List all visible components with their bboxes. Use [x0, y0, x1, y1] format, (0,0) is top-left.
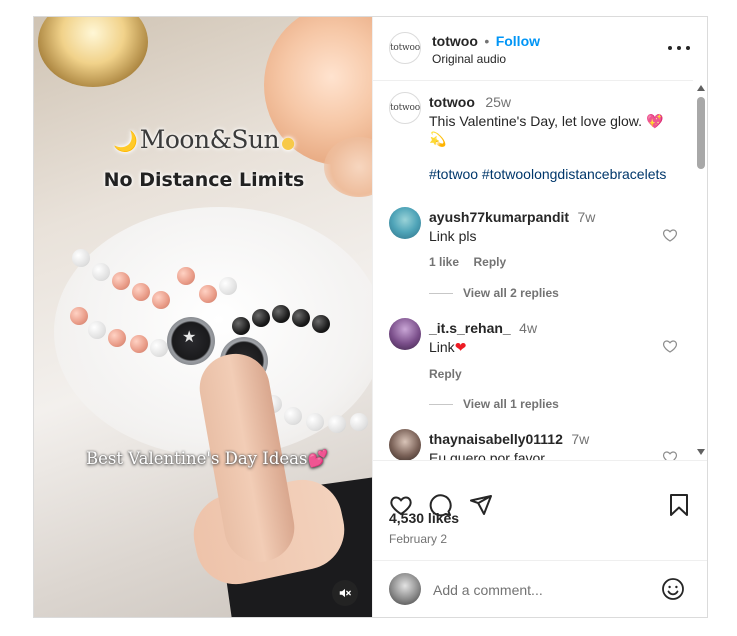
caption-username[interactable]: totwoo [429, 94, 475, 110]
comment-time[interactable]: 7w [571, 431, 589, 447]
more-dot-icon [677, 46, 681, 50]
bracelet-bead [72, 249, 90, 267]
caption-avatar[interactable]: totwoo [389, 92, 421, 124]
comment-like-heart-icon[interactable] [662, 338, 678, 354]
bracelet-bead [70, 307, 88, 325]
moon-charm: ★ [167, 317, 215, 365]
follow-button[interactable]: Follow [496, 33, 540, 49]
comment-like-heart-icon[interactable] [662, 449, 678, 460]
comment-username[interactable]: _it.s_rehan_ [429, 320, 511, 336]
bracelet-bead [177, 267, 195, 285]
comment-reply-button[interactable]: Reply [473, 255, 506, 269]
comment-like-count[interactable]: 1 like [429, 255, 459, 269]
post-modal: ★ 🌙Moon&Sun ● No Distance Limits Best Val… [33, 16, 708, 618]
comment-username[interactable]: ayush77kumarpandit [429, 209, 569, 225]
post-sidebar: totwoo totwoo • Follow Original audio to… [372, 17, 707, 617]
comment-title-row: ayush77kumarpandit 7w [429, 209, 595, 227]
likes-count[interactable]: 4,530 likes [389, 510, 459, 526]
bracelet-bead [284, 407, 302, 425]
sun-icon: ● [281, 133, 295, 152]
video-lamp-decor [38, 17, 148, 87]
smiley-icon[interactable] [661, 577, 685, 601]
comment-time[interactable]: 7w [578, 209, 596, 225]
bracelet-bead [130, 335, 148, 353]
header-title-row: totwoo • Follow [432, 33, 540, 51]
red-heart-emoji: ❤ [454, 339, 467, 355]
bracelet-bead [199, 285, 217, 303]
bracelet-bead [112, 272, 130, 290]
post-header: totwoo totwoo • Follow Original audio [373, 17, 693, 81]
comment-username[interactable]: thaynaisabelly01112 [429, 431, 563, 447]
header-separator: • [484, 33, 490, 49]
comment-text: Link pls [429, 228, 477, 244]
add-comment-input[interactable] [433, 580, 643, 600]
bracelet-bead [150, 339, 168, 357]
bracelet-bead [306, 413, 324, 431]
comments-scrollbar[interactable] [695, 82, 707, 460]
comment-reply-button[interactable]: Reply [429, 367, 462, 381]
mute-button[interactable] [332, 580, 358, 606]
current-user-avatar[interactable] [389, 573, 421, 605]
comment-title-row: thaynaisabelly01112 7w [429, 431, 589, 449]
replies-divider [429, 403, 453, 405]
post-actions: 4,530 likes February 2 [373, 460, 707, 560]
author-logo: totwoo [390, 43, 420, 53]
replies-divider [429, 292, 453, 294]
bracelet-bead [252, 309, 270, 327]
bracelet-bead [92, 263, 110, 281]
video-overlay-bottom-text: Best Valentine's Day Ideas💕 [85, 449, 329, 468]
commenter-avatar[interactable] [389, 429, 421, 460]
author-avatar[interactable]: totwoo [389, 32, 421, 64]
speaker-muted-icon [339, 588, 351, 598]
author-username[interactable]: totwoo [432, 33, 478, 49]
add-comment-bar [373, 560, 707, 617]
caption-time[interactable]: 25w [485, 94, 511, 110]
bracelet-bead [232, 317, 250, 335]
bracelet-bead [272, 305, 290, 323]
caption-hashtags[interactable]: #totwoo #totwoolongdistancebracelets [429, 166, 691, 184]
caption-logo: totwoo [390, 103, 420, 113]
comment-title-row: _it.s_rehan_ 4w [429, 320, 537, 338]
scroll-thumb[interactable] [697, 97, 705, 169]
comment-meta-row: Reply [429, 365, 462, 383]
post-date[interactable]: February 2 [389, 532, 447, 546]
save-bookmark-icon[interactable] [669, 493, 689, 517]
bracelet-bead [219, 277, 237, 295]
caption-title-row: totwoo 25w [429, 94, 511, 112]
bracelet-bead [350, 413, 368, 431]
more-dot-icon [686, 46, 690, 50]
bracelet-bead [328, 415, 346, 433]
bracelet-bead [292, 309, 310, 327]
post-video[interactable]: ★ 🌙Moon&Sun ● No Distance Limits Best Val… [34, 17, 372, 617]
scroll-up-arrow-icon[interactable] [697, 85, 705, 91]
two-hearts-icon: 💕 [307, 449, 329, 468]
comment-meta-row: 1 like Reply [429, 253, 506, 271]
bracelet-bead [108, 329, 126, 347]
comment-time[interactable]: 4w [519, 320, 537, 336]
bracelet-bead [152, 291, 170, 309]
bracelet-bead [132, 283, 150, 301]
commenter-avatar[interactable] [389, 318, 421, 350]
bracelet-bead [88, 321, 106, 339]
commenter-avatar[interactable] [389, 207, 421, 239]
video-overlay-subtitle: No Distance Limits [103, 169, 305, 191]
view-replies-button[interactable]: View all 2 replies [429, 286, 559, 300]
comment-like-heart-icon[interactable] [662, 227, 678, 243]
more-dot-icon [668, 46, 672, 50]
more-options-button[interactable] [668, 40, 690, 56]
crescent-moon-icon: 🌙 [113, 129, 138, 153]
bracelet-bead [312, 315, 330, 333]
comment-text: Link❤ [429, 339, 467, 355]
share-paper-plane-icon[interactable] [469, 493, 493, 517]
video-overlay-title: 🌙Moon&Sun ● [113, 125, 295, 154]
view-replies-button[interactable]: View all 1 replies [429, 397, 559, 411]
scroll-down-arrow-icon[interactable] [697, 449, 705, 455]
caption-text: This Valentine's Day, let love glow. 💖 💫 [429, 113, 664, 147]
comments-list[interactable]: totwoo totwoo 25w This Valentine's Day, … [373, 82, 707, 460]
audio-label[interactable]: Original audio [432, 52, 506, 66]
comment-text: Eu quero por favor [429, 450, 545, 460]
